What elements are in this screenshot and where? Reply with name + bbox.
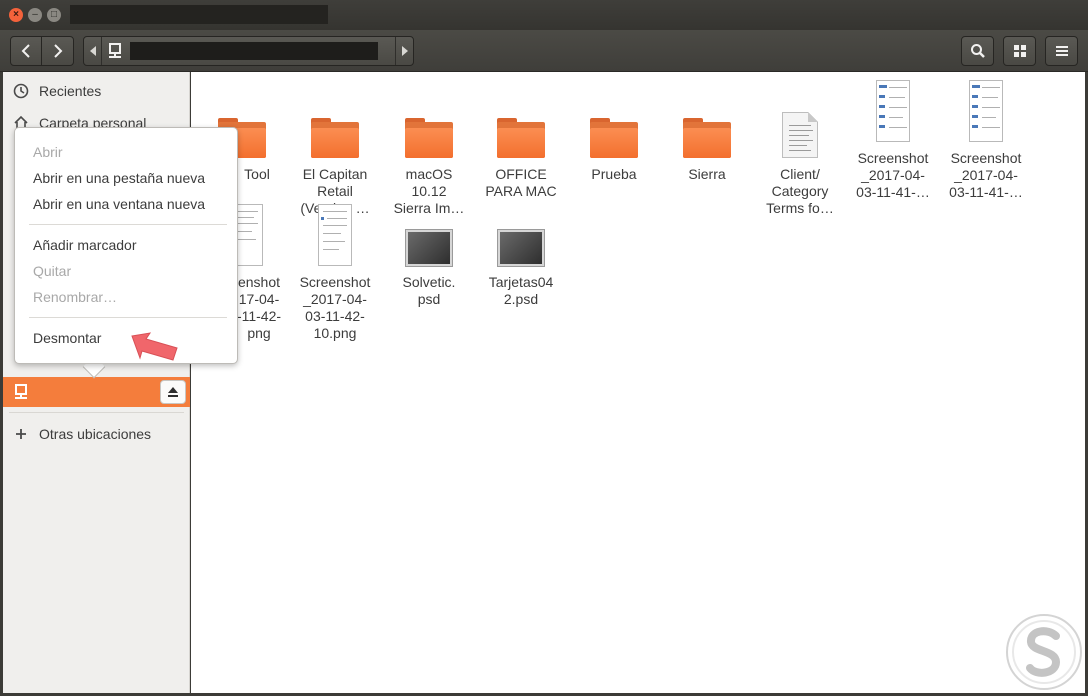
folder-icon	[569, 94, 659, 158]
eject-icon	[168, 387, 178, 397]
file-item-document[interactable]: Client/ Category Terms fo…	[755, 94, 845, 217]
path-bar[interactable]	[83, 36, 414, 66]
file-label: Prueba	[591, 166, 637, 182]
image-thumbnail-icon	[941, 80, 1031, 142]
file-item-folder[interactable]: macOS 10.12 Sierra Im…	[384, 94, 474, 217]
sidebar-item-label: Recientes	[39, 83, 102, 99]
header-toolbar	[0, 30, 1088, 72]
image-thumbnail-icon	[384, 204, 474, 267]
file-label: Screenshot _2017-04- 03-11-41-…	[856, 150, 930, 200]
folder-icon	[290, 94, 380, 158]
sidebar-item-otras-ubicaciones[interactable]: Otras ubicaciones	[3, 421, 190, 447]
eject-button[interactable]	[160, 380, 186, 404]
image-thumbnail-icon	[476, 204, 566, 267]
title-bar: × – □	[0, 0, 1088, 30]
menu-item-abrir-ventana[interactable]: Abrir en una ventana nueva	[33, 196, 205, 212]
menu-item-quitar: Quitar	[33, 263, 72, 279]
back-button[interactable]	[10, 36, 42, 66]
file-label: Client/ Category Terms fo…	[766, 166, 834, 216]
app-menu-button[interactable]	[1045, 36, 1078, 66]
file-item-folder[interactable]: OFFICE PARA MAC	[476, 94, 566, 200]
menu-item-abrir: Abrir	[33, 144, 63, 160]
sidebar-separator	[9, 412, 184, 413]
document-icon	[755, 94, 845, 158]
drive-icon	[106, 42, 124, 60]
grid-view-icon	[1013, 45, 1026, 57]
sidebar-item-recientes[interactable]: Recientes	[3, 78, 190, 104]
file-manager-window: × – □ Recientes Carpeta personal Otras u…	[0, 0, 1088, 696]
triangle-left-icon	[89, 46, 96, 56]
menu-item-anadir-marcador[interactable]: Añadir marcador	[33, 237, 137, 253]
menu-separator	[29, 224, 227, 225]
menu-separator	[29, 317, 227, 318]
clock-icon	[3, 83, 39, 99]
folder-icon	[662, 94, 752, 158]
path-scroll-right-button[interactable]	[395, 37, 413, 65]
file-item-folder[interactable]: Prueba	[569, 94, 659, 183]
view-mode-button[interactable]	[1003, 36, 1036, 66]
back-icon	[21, 44, 30, 58]
search-icon	[970, 44, 985, 58]
file-label: Solvetic. psd	[402, 274, 456, 307]
context-menu: Abrir Abrir en una pestaña nueva Abrir e…	[14, 127, 238, 364]
file-item-folder[interactable]: Sierra	[662, 94, 752, 183]
solvetic-logo-icon	[1006, 614, 1082, 690]
menu-item-abrir-pestana[interactable]: Abrir en una pestaña nueva	[33, 170, 205, 186]
file-item-psd[interactable]: Tarjetas04 2.psd	[476, 204, 566, 308]
forward-icon	[53, 44, 62, 58]
file-label: Screenshot _2017-04- 03-11-42- 10.png	[299, 274, 371, 341]
image-thumbnail-icon	[848, 80, 938, 142]
search-button[interactable]	[961, 36, 994, 66]
file-item-folder[interactable]: El Capitan Retail (Version …	[290, 94, 380, 217]
menu-item-renombrar: Renombrar…	[33, 289, 118, 305]
maximize-window-button[interactable]: □	[47, 8, 61, 22]
file-grid-view: Tool El Capitan Retail (Version … macOS …	[191, 72, 1085, 693]
hamburger-menu-icon	[1055, 46, 1068, 56]
file-item-psd[interactable]: Solvetic. psd	[384, 204, 474, 308]
sidebar-item-label: Otras ubicaciones	[39, 426, 152, 442]
sidebar-item-mounted-drive[interactable]	[3, 377, 190, 407]
file-item-image[interactable]: Screenshot _2017-04- 03-11-42- 10.png	[290, 204, 380, 342]
menu-item-desmontar[interactable]: Desmontar	[33, 330, 101, 346]
drive-icon	[3, 384, 39, 400]
sidebar-item-label	[39, 384, 159, 400]
forward-button[interactable]	[41, 36, 74, 66]
triangle-right-icon	[401, 46, 408, 56]
path-scroll-left-button[interactable]	[84, 37, 102, 65]
file-item-image[interactable]: Screenshot _2017-04- 03-11-41-…	[848, 80, 938, 201]
file-label: Tarjetas04 2.psd	[488, 274, 554, 307]
folder-icon	[384, 94, 474, 158]
folder-icon	[476, 94, 566, 158]
file-item-image[interactable]: Screenshot _2017-04- 03-11-41-…	[941, 80, 1031, 201]
image-thumbnail-icon	[290, 204, 380, 266]
plus-icon	[3, 428, 39, 440]
annotation-arrow-icon	[131, 332, 178, 361]
file-label: Screenshot _2017-04- 03-11-41-…	[949, 150, 1023, 200]
path-segment-current[interactable]	[130, 42, 378, 60]
close-window-button[interactable]: ×	[9, 8, 23, 22]
window-title	[70, 5, 328, 24]
file-label: OFFICE PARA MAC	[485, 166, 557, 199]
minimize-window-button[interactable]: –	[28, 8, 42, 22]
file-label: Sierra	[688, 166, 726, 182]
